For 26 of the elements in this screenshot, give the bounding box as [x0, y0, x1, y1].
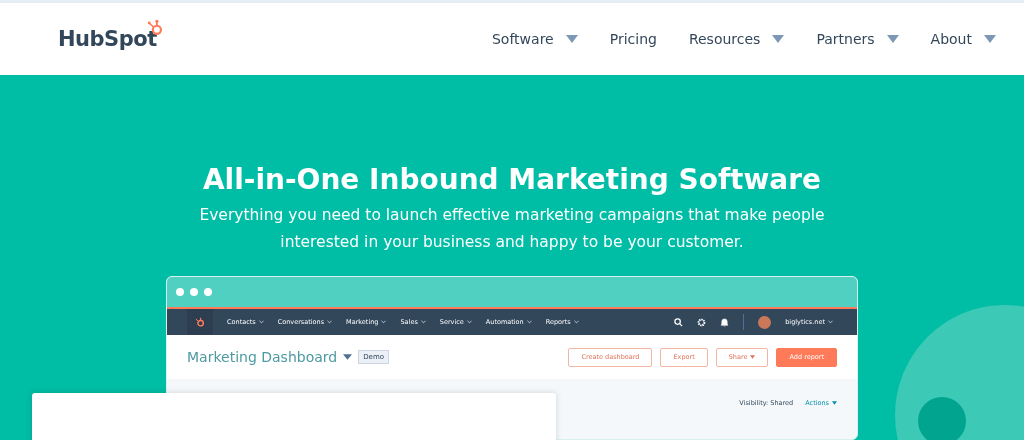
chevron-icon — [466, 320, 472, 325]
chevron-icon — [327, 320, 333, 325]
chevron-icon — [573, 320, 579, 325]
chevron-icon — [258, 320, 264, 325]
sprocket-icon — [194, 316, 206, 328]
hero-subtitle: Everything you need to launch effective marketing campaigns that make people interested in your business and happy to be your customer. — [198, 205, 826, 253]
nav-link[interactable]: Partners — [816, 31, 899, 47]
nav-link[interactable]: Pricing — [609, 31, 657, 47]
caret-icon — [832, 401, 837, 406]
hubspot-logo[interactable]: HubSpot — [58, 27, 157, 51]
window-dot — [204, 288, 212, 296]
window-dot — [190, 288, 198, 296]
chevron-icon — [828, 320, 833, 325]
chevron-icon — [526, 320, 532, 325]
avatar[interactable] — [758, 315, 772, 329]
chevron-icon — [420, 320, 426, 325]
nav-link[interactable]: About — [930, 31, 996, 47]
hero-title: All-in-One Inbound Marketing Software — [202, 163, 822, 196]
caret-icon — [343, 354, 353, 360]
window-dot — [176, 288, 184, 296]
bell-icon[interactable] — [720, 317, 730, 327]
search-icon[interactable] — [674, 317, 684, 327]
nav-link[interactable]: Software — [492, 31, 578, 47]
nav-link[interactable]: Resources — [688, 31, 785, 47]
settings-icon[interactable] — [697, 317, 707, 327]
chevron-icon — [381, 320, 387, 325]
